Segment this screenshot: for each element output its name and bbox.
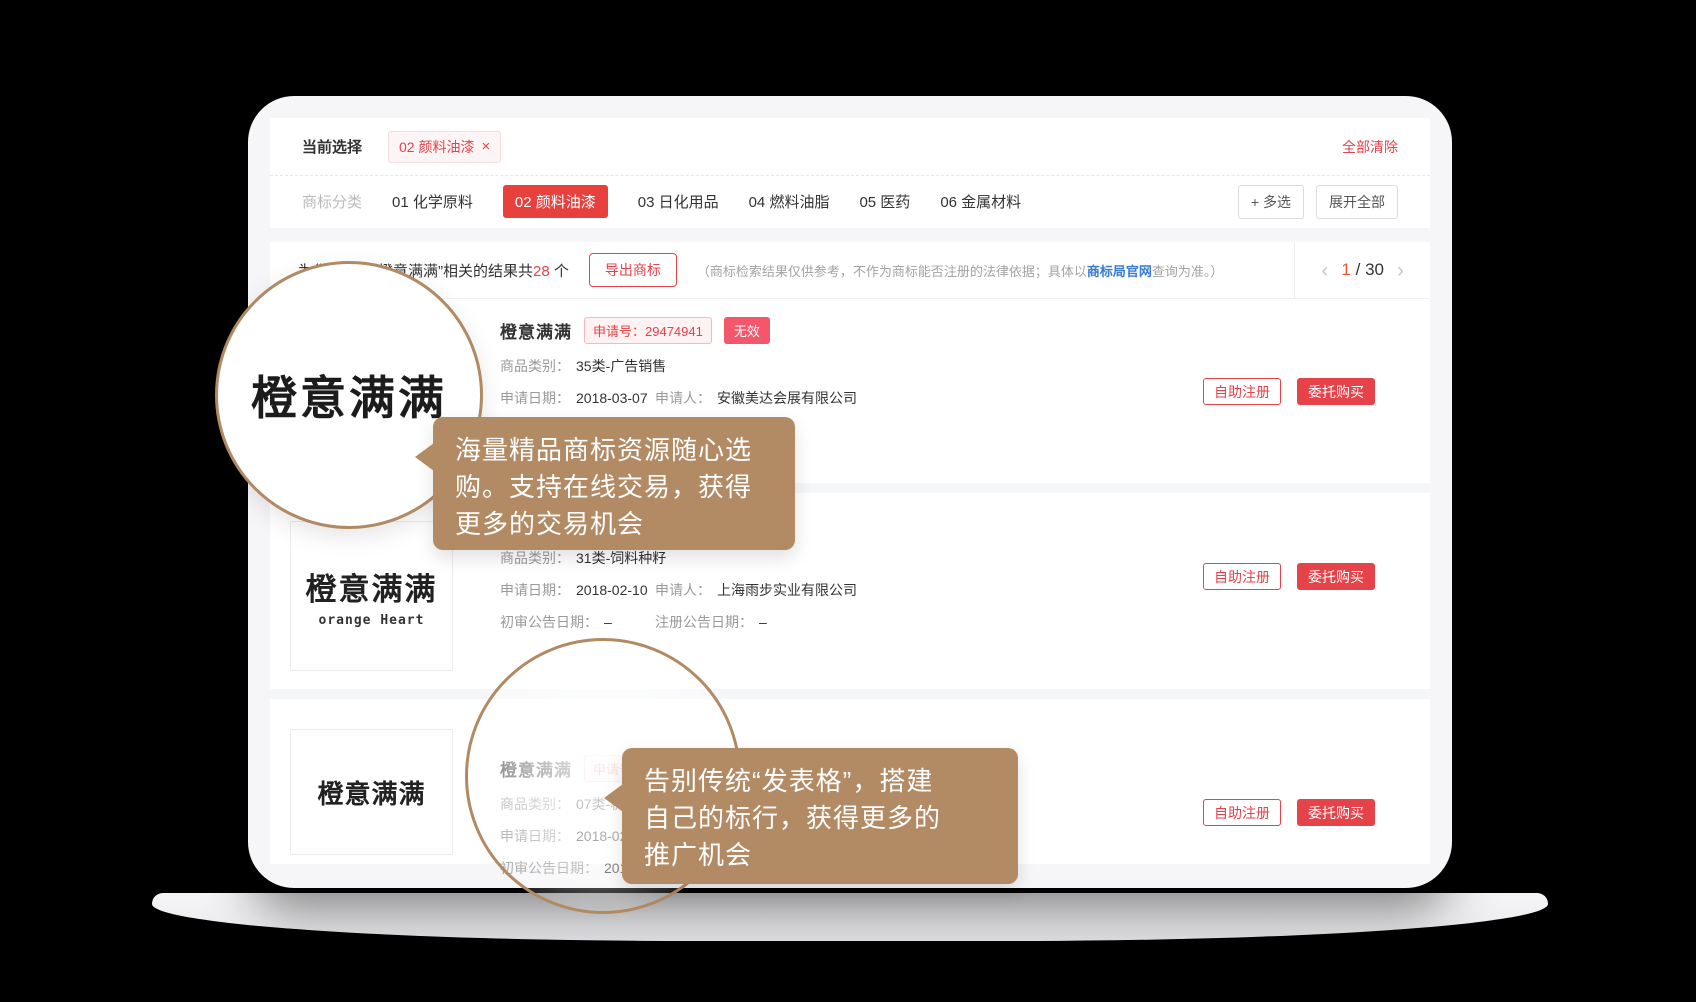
pagination-text: 1 / 30 [1341, 260, 1384, 280]
export-trademarks-button[interactable]: 导出商标 [589, 253, 677, 287]
laptop-base [152, 893, 1548, 941]
field-value: 2018-02-10 [576, 582, 648, 598]
tooltip-line: 自己的标行，获得更多的 [644, 800, 996, 837]
trademark-image-text: 橙意满满 [317, 774, 425, 811]
entrust-buy-button[interactable]: 委托购买 [1297, 799, 1375, 826]
field-label: 申请人： [655, 390, 711, 406]
tooltip-arrow-icon [415, 443, 434, 471]
category-item-06[interactable]: 06 金属材料 [940, 191, 1021, 212]
category-row-label: 商标分类 [302, 191, 362, 212]
tooltip-line: 告别传统“发表格”，搭建 [644, 763, 996, 800]
disclaimer-prefix: （商标检索结果仅供参考，不作为商标能否注册的法律依据；具体以 [697, 264, 1087, 279]
status-badge: 无效 [724, 317, 770, 344]
trademark-image-text: 橙意满满 [306, 564, 438, 609]
current-selection-label: 当前选择 [302, 136, 362, 157]
category-item-02-selected[interactable]: 02 颜料油漆 [503, 185, 608, 218]
trademark-name: 橙意满满 [500, 318, 572, 343]
total-pages: 30 [1365, 260, 1384, 279]
chevron-left-icon[interactable]: ‹ [1321, 260, 1328, 281]
enlarged-trademark-text: 橙意满满 [251, 362, 447, 428]
tooltip-line: 推广机会 [644, 837, 996, 874]
results-disclaimer: （商标检索结果仅供参考，不作为商标能否注册的法律依据；具体以商标局官网查询为准。… [697, 261, 1295, 280]
stage: 当前选择 02 颜料油漆 × 全部清除 商标分类 01 化学原料 02 颜料油漆… [0, 0, 1696, 1002]
expand-all-label: 展开全部 [1329, 192, 1385, 212]
field-label: 注册公告日期： [655, 614, 753, 630]
results-summary-suffix: 个 [550, 263, 569, 280]
field-label: 申请人： [655, 582, 711, 598]
self-register-button[interactable]: 自助注册 [1203, 563, 1281, 590]
trademark-thumbnail[interactable]: 橙意满满 orange Heart [290, 521, 453, 671]
close-icon[interactable]: × [481, 139, 490, 154]
trademark-thumbnail[interactable]: 橙意满满 [290, 729, 453, 855]
field-value: 2018-03-07 [576, 390, 648, 406]
page-separator: / [1356, 260, 1361, 279]
tooltip-arrow-icon [604, 784, 623, 812]
self-register-button[interactable]: 自助注册 [1203, 378, 1281, 405]
tooltip-bubble: 告别传统“发表格”，搭建 自己的标行，获得更多的 推广机会 [622, 748, 1018, 884]
field-label: 商品类别： [500, 358, 570, 374]
selected-filter-chip-label: 02 颜料油漆 [399, 137, 474, 157]
row-divider [270, 689, 1430, 699]
field-value: – [604, 614, 612, 630]
self-register-button[interactable]: 自助注册 [1203, 799, 1281, 826]
tooltip-line: 购。支持在线交易，获得 [455, 469, 773, 506]
results-header: 为您检索到“橙意满满”相关的结果共28 个 导出商标 （商标检索结果仅供参考，不… [270, 242, 1430, 299]
category-tools: + 多选 展开全部 [1238, 185, 1398, 219]
results-count: 28 [533, 263, 550, 280]
current-selection-row: 当前选择 02 颜料油漆 × 全部清除 [270, 118, 1430, 176]
category-row: 商标分类 01 化学原料 02 颜料油漆 03 日化用品 04 燃料油脂 05 … [270, 176, 1430, 227]
selected-filter-chip[interactable]: 02 颜料油漆 × [388, 131, 501, 163]
category-item-03[interactable]: 03 日化用品 [638, 191, 719, 212]
trademark-image-subtext: orange Heart [319, 613, 425, 628]
field-label: 申请日期： [500, 582, 570, 598]
multi-select-label: 多选 [1263, 192, 1291, 212]
current-page: 1 [1341, 260, 1350, 279]
field-value: 31类-饲料种籽 [576, 550, 666, 566]
entrust-buy-button[interactable]: 委托购买 [1297, 378, 1375, 405]
category-item-01[interactable]: 01 化学原料 [392, 191, 473, 212]
application-number-tag: 申请号：29474941 [584, 317, 712, 344]
tooltip-line: 海量精品商标资源随心选 [455, 432, 773, 469]
row-actions: 自助注册 委托购买 [1203, 563, 1375, 590]
entrust-buy-button[interactable]: 委托购买 [1297, 563, 1375, 590]
disclaimer-suffix: 查询为准。） [1152, 264, 1224, 279]
field-label: 初审公告日期： [500, 614, 598, 630]
filter-panel: 当前选择 02 颜料油漆 × 全部清除 商标分类 01 化学原料 02 颜料油漆… [270, 118, 1430, 228]
category-item-05[interactable]: 05 医药 [859, 191, 910, 212]
field-value: 安徽美达会展有限公司 [717, 390, 857, 406]
tooltip-line: 更多的交易机会 [455, 506, 773, 543]
field-label: 申请日期： [500, 390, 570, 406]
chevron-right-icon[interactable]: › [1397, 260, 1404, 281]
trademark-office-link[interactable]: 商标局官网 [1087, 264, 1152, 279]
row-actions: 自助注册 委托购买 [1203, 378, 1375, 405]
clear-all-button[interactable]: 全部清除 [1342, 137, 1398, 157]
tooltip-bubble: 海量精品商标资源随心选 购。支持在线交易，获得 更多的交易机会 [433, 417, 795, 550]
field-value: 上海雨步实业有限公司 [717, 582, 857, 598]
plus-icon: + [1251, 194, 1259, 210]
row-actions: 自助注册 委托购买 [1203, 799, 1375, 826]
field-label: 商品类别： [500, 550, 570, 566]
field-value: 35类-广告销售 [576, 358, 666, 374]
field-value: – [759, 614, 767, 630]
pagination: ‹ 1 / 30 › [1294, 242, 1430, 298]
multi-select-button[interactable]: + 多选 [1238, 185, 1304, 219]
expand-all-button[interactable]: 展开全部 [1316, 185, 1398, 219]
category-item-04[interactable]: 04 燃料油脂 [749, 191, 830, 212]
